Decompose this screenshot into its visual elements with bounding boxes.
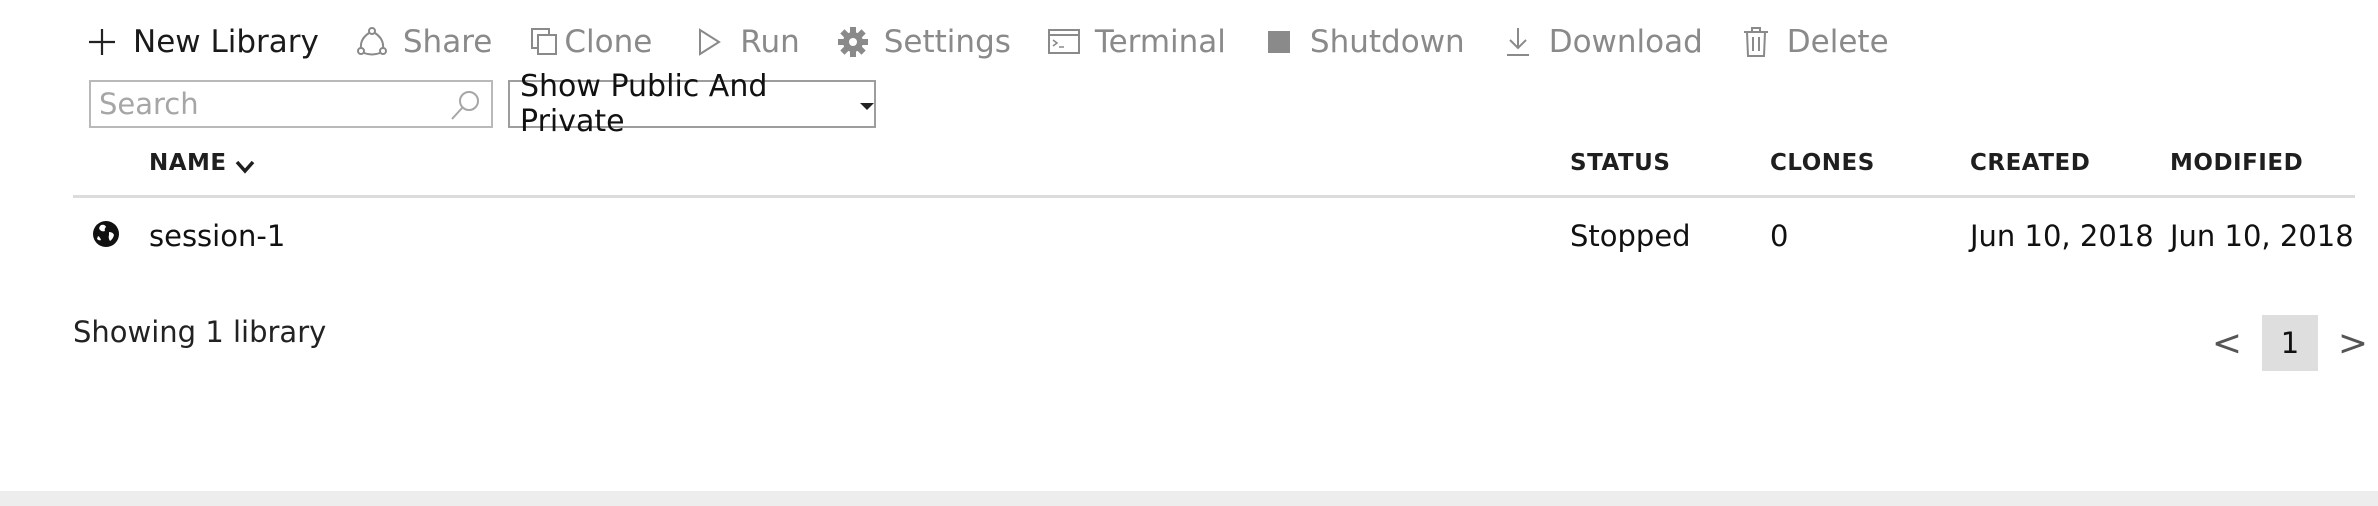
delete-label: Delete bbox=[1786, 24, 1889, 60]
download-label: Download bbox=[1548, 24, 1703, 60]
column-header-clones-label: CLONES bbox=[1770, 150, 1875, 176]
column-header-modified[interactable]: MODIFIED bbox=[2170, 150, 2303, 176]
table-row[interactable]: session-1 Stopped 0 Jun 10, 2018 Jun 10,… bbox=[73, 205, 2355, 265]
run-button[interactable]: Run bbox=[692, 14, 800, 70]
column-header-clones[interactable]: CLONES bbox=[1770, 150, 1875, 176]
cell-modified: Jun 10, 2018 bbox=[2170, 219, 2354, 253]
shutdown-label: Shutdown bbox=[1309, 24, 1465, 60]
column-header-name[interactable]: NAME bbox=[149, 150, 255, 176]
column-header-created-label: CREATED bbox=[1970, 150, 2091, 176]
share-label: Share bbox=[402, 24, 493, 60]
trash-icon bbox=[1739, 25, 1773, 59]
visibility-filter-dropdown[interactable]: Show Public And Private bbox=[508, 69, 876, 139]
stop-icon bbox=[1262, 25, 1296, 59]
visibility-filter-value: Show Public And Private bbox=[520, 69, 768, 139]
gear-icon bbox=[836, 25, 870, 59]
previous-page-button[interactable]: < bbox=[2202, 314, 2252, 372]
caret-down-icon bbox=[860, 102, 874, 110]
search-icon[interactable] bbox=[447, 88, 483, 124]
column-header-created[interactable]: CREATED bbox=[1970, 150, 2090, 176]
play-icon bbox=[692, 25, 726, 59]
run-label: Run bbox=[740, 24, 800, 60]
plus-icon bbox=[85, 25, 119, 59]
delete-button[interactable]: Delete bbox=[1739, 14, 1889, 70]
table-header: NAME STATUS CLONES CREATED MODIFIED bbox=[73, 140, 2355, 198]
cell-clones: 0 bbox=[1770, 219, 1789, 253]
shutdown-button[interactable]: Shutdown bbox=[1262, 14, 1465, 70]
terminal-icon bbox=[1047, 25, 1081, 59]
chevron-down-icon bbox=[235, 155, 255, 174]
globe-icon bbox=[91, 219, 121, 249]
cell-created: Jun 10, 2018 bbox=[1970, 219, 2154, 253]
column-header-modified-label: MODIFIED bbox=[2170, 150, 2304, 176]
new-library-label: New Library bbox=[133, 24, 319, 60]
cell-name[interactable]: session-1 bbox=[149, 219, 285, 253]
settings-button[interactable]: Settings bbox=[836, 14, 1011, 70]
next-page-button[interactable]: > bbox=[2328, 314, 2378, 372]
settings-label: Settings bbox=[883, 24, 1011, 60]
cell-status: Stopped bbox=[1570, 219, 1691, 253]
clone-button[interactable]: Clone bbox=[528, 14, 652, 70]
search-input[interactable] bbox=[91, 84, 431, 124]
pagination: < 1 > bbox=[2202, 314, 2378, 372]
clone-label: Clone bbox=[564, 24, 653, 60]
download-button[interactable]: Download bbox=[1501, 14, 1703, 70]
page-number-button[interactable]: 1 bbox=[2262, 315, 2318, 371]
share-button[interactable]: Share bbox=[355, 14, 492, 70]
column-header-name-label: NAME bbox=[149, 150, 227, 176]
terminal-button[interactable]: Terminal bbox=[1047, 14, 1226, 70]
column-header-status-label: STATUS bbox=[1570, 150, 1671, 176]
terminal-label: Terminal bbox=[1094, 24, 1226, 60]
download-icon bbox=[1501, 25, 1535, 59]
results-summary: Showing 1 library bbox=[73, 315, 327, 349]
footer-bar bbox=[0, 491, 2378, 506]
new-library-button[interactable]: New Library bbox=[85, 14, 319, 70]
clone-icon bbox=[528, 25, 562, 59]
search-box bbox=[89, 80, 493, 128]
toolbar: New Library Share Clone Run Settings Ter… bbox=[85, 14, 1925, 70]
column-header-status[interactable]: STATUS bbox=[1570, 150, 1670, 176]
share-icon bbox=[355, 25, 389, 59]
